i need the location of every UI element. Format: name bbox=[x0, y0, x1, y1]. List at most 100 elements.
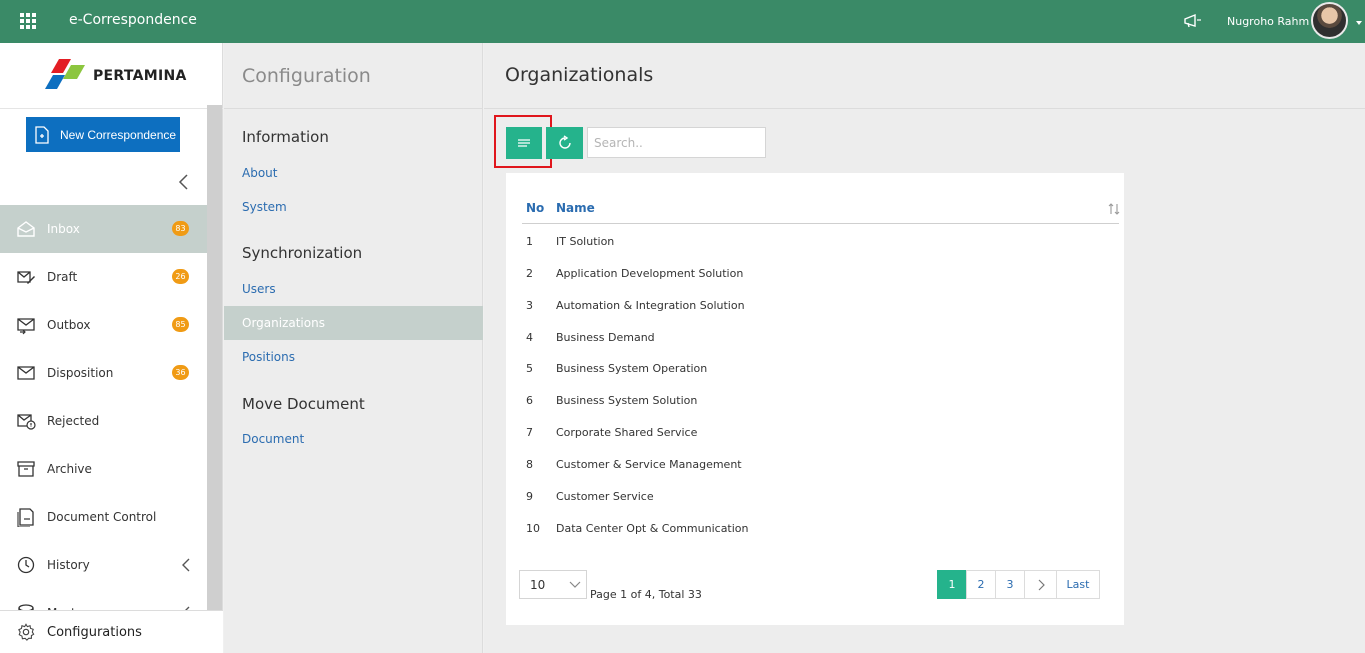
table-header-divider bbox=[522, 223, 1119, 224]
sidebar-item-label: History bbox=[47, 558, 90, 572]
chevron-left-icon[interactable] bbox=[180, 557, 192, 573]
table-row[interactable]: 4 Business Demand bbox=[506, 327, 1124, 347]
count-badge: 85 bbox=[172, 317, 189, 332]
gear-icon bbox=[18, 623, 35, 641]
document-control-icon bbox=[17, 508, 34, 527]
config-link-organizations[interactable]: Organizations bbox=[224, 306, 483, 340]
pagination: 1 2 3 Last bbox=[937, 570, 1100, 599]
logo-text: PERTAMINA bbox=[93, 68, 187, 84]
row-number: 9 bbox=[526, 490, 533, 503]
page-info: Page 1 of 4, Total 33 bbox=[590, 588, 702, 601]
count-badge: 83 bbox=[172, 221, 189, 236]
user-menu-caret-icon[interactable] bbox=[1356, 21, 1362, 25]
row-number: 5 bbox=[526, 362, 533, 375]
row-number: 3 bbox=[526, 299, 533, 312]
count-badge: 26 bbox=[172, 269, 189, 284]
row-name: Corporate Shared Service bbox=[556, 426, 698, 439]
sidebar-item-label: Outbox bbox=[47, 318, 91, 332]
row-name: Business Demand bbox=[556, 331, 655, 344]
disposition-icon bbox=[17, 366, 35, 380]
sidebar-item-label: Disposition bbox=[47, 366, 114, 380]
row-name: Customer Service bbox=[556, 490, 654, 503]
row-number: 7 bbox=[526, 426, 533, 439]
sidebar-scrollbar[interactable] bbox=[207, 105, 222, 610]
row-number: 10 bbox=[526, 522, 540, 535]
sidebar-item-disposition[interactable]: Disposition 36 bbox=[0, 349, 207, 397]
collapse-sidebar-icon[interactable] bbox=[176, 173, 192, 191]
megaphone-icon[interactable] bbox=[1183, 13, 1203, 29]
next-page-button[interactable] bbox=[1024, 570, 1057, 599]
table-card: No Name 1 IT Solution 2 Application Deve… bbox=[506, 173, 1124, 625]
sidebar-item-label: Document Control bbox=[47, 510, 157, 524]
column-header-no[interactable]: No bbox=[526, 201, 544, 215]
table-row[interactable]: 2 Application Development Solution bbox=[506, 263, 1124, 283]
user-name[interactable]: Nugroho Rahm bbox=[1227, 15, 1309, 28]
sidebar-item-label: Rejected bbox=[47, 414, 100, 428]
table-row[interactable]: 5 Business System Operation bbox=[506, 358, 1124, 378]
chevron-right-icon bbox=[1038, 579, 1045, 590]
table-row[interactable]: 10 Data Center Opt & Communication bbox=[506, 518, 1124, 538]
outbox-icon bbox=[17, 318, 35, 335]
avatar[interactable] bbox=[1311, 2, 1348, 39]
row-number: 8 bbox=[526, 458, 533, 471]
page-title: Organizationals bbox=[505, 64, 654, 86]
new-correspondence-button[interactable]: New Correspondence bbox=[26, 117, 180, 152]
search-input[interactable] bbox=[587, 127, 766, 158]
sidebar-menu: Inbox 83 Draft 26 Outbox 85 Disposition … bbox=[0, 205, 207, 637]
table-row[interactable]: 7 Corporate Shared Service bbox=[506, 422, 1124, 442]
row-name: Business System Solution bbox=[556, 394, 698, 407]
section-title-synchronization: Synchronization bbox=[242, 244, 363, 262]
table-row[interactable]: 8 Customer & Service Management bbox=[506, 454, 1124, 474]
rejected-icon bbox=[17, 414, 36, 430]
config-link-positions[interactable]: Positions bbox=[224, 340, 483, 374]
sidebar-item-document-control[interactable]: Document Control bbox=[0, 493, 207, 541]
sidebar-item-label: Archive bbox=[47, 462, 92, 476]
count-badge: 36 bbox=[172, 365, 189, 380]
draft-icon bbox=[17, 271, 35, 284]
sidebar-item-label: Draft bbox=[47, 270, 78, 284]
list-icon bbox=[518, 139, 530, 147]
last-page-button[interactable]: Last bbox=[1056, 570, 1100, 599]
config-panel: Configuration Information About System S… bbox=[224, 43, 483, 653]
sort-icon[interactable] bbox=[1108, 202, 1120, 216]
page-button-3[interactable]: 3 bbox=[995, 570, 1025, 599]
new-correspondence-label: New Correspondence bbox=[60, 127, 177, 142]
config-link-document[interactable]: Document bbox=[224, 422, 483, 456]
config-link-system[interactable]: System bbox=[224, 190, 483, 224]
config-link-users[interactable]: Users bbox=[224, 272, 483, 306]
column-header-name[interactable]: Name bbox=[556, 201, 595, 215]
table-row[interactable]: 6 Business System Solution bbox=[506, 390, 1124, 410]
table-row[interactable]: 9 Customer Service bbox=[506, 486, 1124, 506]
table-row[interactable]: 1 IT Solution bbox=[506, 231, 1124, 251]
section-title-information: Information bbox=[242, 128, 329, 146]
refresh-button[interactable] bbox=[546, 127, 583, 159]
table-row[interactable]: 3 Automation & Integration Solution bbox=[506, 295, 1124, 315]
row-name: Business System Operation bbox=[556, 362, 708, 375]
sidebar-item-rejected[interactable]: Rejected bbox=[0, 397, 207, 445]
apps-grid-icon[interactable] bbox=[20, 13, 36, 29]
sidebar-item-draft[interactable]: Draft 26 bbox=[0, 253, 207, 301]
row-number: 1 bbox=[526, 235, 533, 248]
configurations-button[interactable]: Configurations bbox=[0, 610, 223, 653]
page-size-select[interactable]: 10 bbox=[519, 570, 587, 599]
configurations-label: Configurations bbox=[47, 624, 142, 640]
sidebar-item-history[interactable]: History bbox=[0, 541, 207, 589]
config-link-about[interactable]: About bbox=[224, 156, 483, 190]
menu-button[interactable] bbox=[506, 127, 542, 159]
row-number: 2 bbox=[526, 267, 533, 280]
top-bar: e-Correspondence Nugroho Rahm bbox=[0, 0, 1365, 43]
sidebar-item-outbox[interactable]: Outbox 85 bbox=[0, 301, 207, 349]
sidebar-item-label: Inbox bbox=[47, 222, 80, 236]
section-title-move-document: Move Document bbox=[242, 395, 365, 413]
row-number: 6 bbox=[526, 394, 533, 407]
sidebar-item-inbox[interactable]: Inbox 83 bbox=[0, 205, 207, 253]
page-button-2[interactable]: 2 bbox=[966, 570, 996, 599]
row-number: 4 bbox=[526, 331, 533, 344]
logo-area: PERTAMINA bbox=[0, 43, 223, 109]
sidebar: PERTAMINA New Correspondence Inbox 83 Dr… bbox=[0, 43, 223, 653]
page-button-1[interactable]: 1 bbox=[937, 570, 967, 599]
row-name: Automation & Integration Solution bbox=[556, 299, 745, 312]
row-name: Customer & Service Management bbox=[556, 458, 742, 471]
archive-icon bbox=[17, 461, 35, 477]
sidebar-item-archive[interactable]: Archive bbox=[0, 445, 207, 493]
